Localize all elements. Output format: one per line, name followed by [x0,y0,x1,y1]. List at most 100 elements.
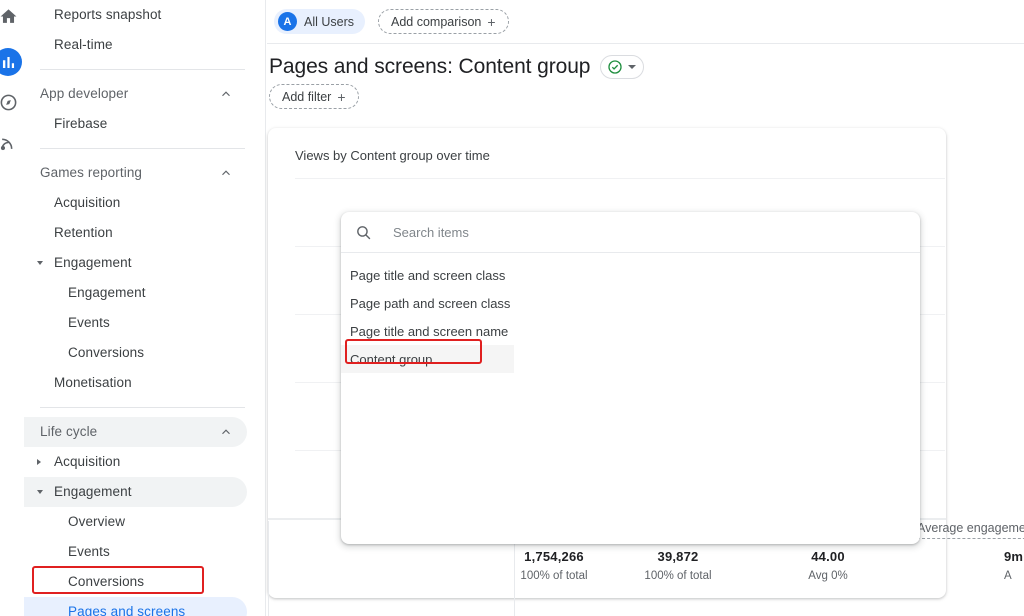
popover-search-placeholder: Search items [393,224,469,240]
sidebar-item-label: Conversions [68,574,145,590]
advertising-icon[interactable] [0,128,22,156]
metric-subtext: A [1004,570,1012,582]
sidebar-item-events[interactable]: Events [24,537,247,567]
comparison-toolbar: A All Users Add comparison + [267,0,1024,44]
add-filter-button[interactable]: Add filter + [269,84,359,109]
check-circle-icon [607,59,623,75]
sidebar-item-label: Retention [54,225,113,241]
report-status-dropdown[interactable] [600,55,645,79]
sidebar-item-reports-snapshot[interactable]: Reports snapshot [24,0,247,30]
metric-cell: 9m A [1004,549,1024,582]
page-title: Pages and screens: Content group [269,55,591,78]
sidebar-item-events[interactable]: Events [24,308,247,338]
reports-bar-chart-icon[interactable] [0,48,22,76]
plus-icon: + [487,13,496,30]
sidebar-item-label: Acquisition [54,195,121,211]
sidebar-item-engagement[interactable]: Engagement [24,477,247,507]
sidebar-item-label: Engagement [54,255,132,271]
sidebar-item-monetisation[interactable]: Monetisation [24,368,247,398]
metric-value: 1,754,266 [524,549,584,564]
audience-chip-all-users[interactable]: A All Users [274,9,366,34]
sidebar-item-label: Firebase [54,116,108,132]
caret-down-icon[interactable] [37,490,43,494]
sidebar-item-acquisition[interactable]: Acquisition [24,447,247,477]
caret-right-icon[interactable] [37,459,41,465]
metric-value: 39,872 [657,549,699,564]
popover-item-page-title-and-screen-class[interactable]: Page title and screen class [341,261,920,289]
chevron-up-icon[interactable] [219,87,233,101]
avatar: A [278,12,297,31]
popover-item-label: Page title and screen class [350,267,506,283]
add-comparison-label: Add comparison [391,14,482,29]
sidebar-item-pages-and-screens[interactable]: Pages and screens [24,597,247,616]
caret-down-icon[interactable] [37,261,43,265]
sidebar-item-label: Acquisition [54,454,121,470]
left-icon-rail [0,0,22,616]
chart-title: Views by Content group over time [295,148,490,163]
sidebar-item-label: Life cycle [40,424,98,440]
sidebar-item-label: Engagement [68,285,146,301]
popover-item-label: Page path and screen class [350,295,511,311]
sidebar-item-firebase[interactable]: Firebase [24,109,247,139]
table-column-divider [268,521,269,616]
popover-item-list: Page title and screen class Page path and… [341,253,920,373]
sidebar-item-label: Reports snapshot [54,7,162,23]
add-comparison-button[interactable]: Add comparison + [378,9,509,34]
sidebar-item-label: Pages and screens [68,604,186,616]
metric-cell: 1,754,266 100% of total [516,549,592,582]
audience-chip-label: All Users [304,14,355,29]
sidebar-item-app-developer[interactable]: App developer [24,79,247,109]
chart-gridline [295,178,945,179]
popover-search-input[interactable]: Search items [341,212,920,253]
sidebar-item-label: App developer [40,86,129,102]
home-icon[interactable] [0,2,22,30]
sidebar-item-games-reporting[interactable]: Games reporting [24,158,247,188]
popover-item-page-title-and-screen-name[interactable]: Page title and screen name [341,317,920,345]
metric-cell: 44.00 Avg 0% [790,549,866,582]
sidebar-item-acquisition[interactable]: Acquisition [24,188,247,218]
sidebar-nav-list: Reports snapshot Real-time App developer Fi… [22,0,265,616]
chevron-up-icon[interactable] [219,166,233,180]
metric-cell: 39,872 100% of total [640,549,716,582]
sidebar-item-real-time[interactable]: Real-time [24,30,247,60]
sidebar-item-label: Events [68,315,110,331]
chevron-down-icon [628,65,637,69]
sidebar-item-label: Conversions [68,345,145,361]
sidebar-item-engagement[interactable]: Engagement [24,248,247,278]
chevron-up-icon[interactable] [219,425,233,439]
sidebar-item-label: Engagement [54,484,132,500]
metric-value: 44.00 [811,549,845,564]
metric-header-average-engagement[interactable]: Average engagement [917,521,1024,539]
metric-subtext: 100% of total [520,570,588,582]
sidebar-item-life-cycle[interactable]: Life cycle [24,417,247,447]
sidebar-item-engagement[interactable]: Engagement [24,278,247,308]
sidebar-divider [40,407,245,408]
dimension-picker-popover: Search items Page title and screen class… [341,212,920,544]
metric-subtext: Avg 0% [808,570,848,582]
sidebar-item-label: Events [68,544,110,560]
search-icon [355,224,372,241]
sidebar-divider [40,69,245,70]
sidebar-item-label: Real-time [54,37,113,53]
sidebar-nav: Reports snapshot Real-time App developer Fi… [22,0,266,616]
metric-value: 9m [1004,549,1024,564]
sidebar-item-label: Overview [68,514,126,530]
page-title-row: Pages and screens: Content group [267,50,645,84]
app-screen: Reports snapshot Real-time App developer Fi… [0,0,1024,616]
sidebar-item-conversions[interactable]: Conversions [24,567,247,597]
filter-row: Add filter + [269,84,359,109]
popover-item-label: Content group [350,351,433,367]
sidebar-item-conversions[interactable]: Conversions [24,338,247,368]
explore-icon[interactable] [0,88,22,116]
add-filter-label: Add filter [282,89,332,104]
popover-item-content-group[interactable]: Content group [341,345,514,373]
sidebar-item-overview[interactable]: Overview [24,507,247,537]
plus-icon: + [337,88,346,105]
sidebar-item-label: Games reporting [40,165,143,181]
popover-item-page-path-and-screen-class[interactable]: Page path and screen class [341,289,920,317]
sidebar-divider [40,148,245,149]
popover-item-label: Page title and screen name [350,323,509,339]
sidebar-item-retention[interactable]: Retention [24,218,247,248]
metric-subtext: 100% of total [644,570,712,582]
sidebar-item-label: Monetisation [54,375,132,391]
